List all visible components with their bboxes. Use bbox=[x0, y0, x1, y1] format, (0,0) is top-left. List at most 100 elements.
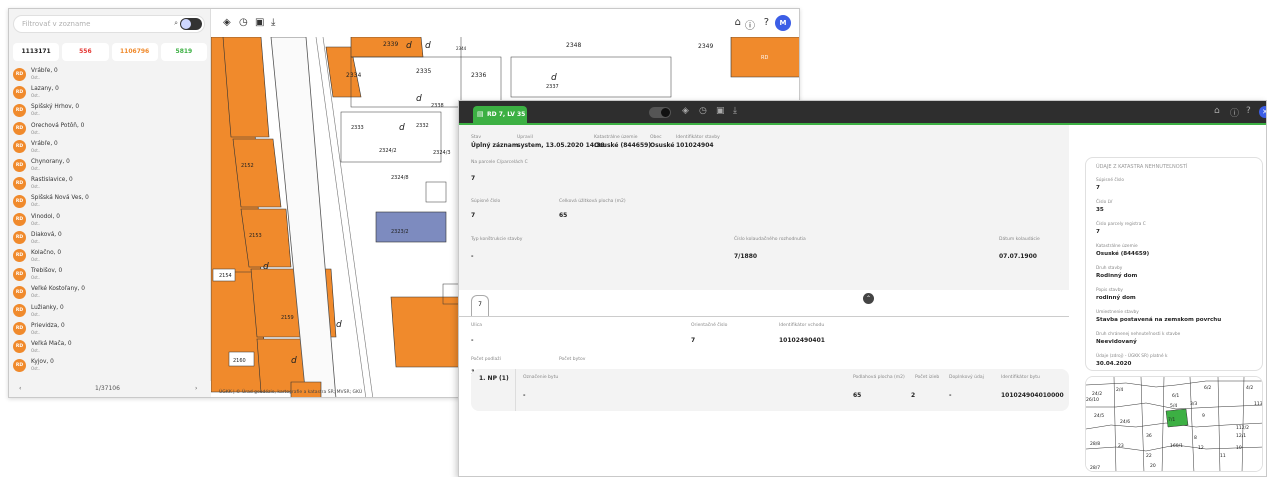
list-item-sub: Ost.. bbox=[31, 220, 41, 226]
detail-tab[interactable]: ▤ RD 7, LV 35 bbox=[473, 106, 527, 123]
svg-text:2160: 2160 bbox=[233, 358, 246, 364]
image-icon[interactable]: ▣ bbox=[255, 17, 264, 28]
supisne-label: Súpisné číslo bbox=[471, 199, 501, 204]
list-item[interactable]: RD Lužianky, 0 Ost.. bbox=[13, 301, 207, 319]
minimap-parcel-label: 22 bbox=[1146, 453, 1152, 459]
next-page-button[interactable]: › bbox=[195, 385, 197, 392]
bytov-label: Počet bytov bbox=[559, 357, 586, 362]
list-item[interactable]: RD Vinodol, 0 Ost.. bbox=[13, 211, 207, 229]
count-red[interactable]: 556 bbox=[62, 43, 109, 61]
kataster-value: 35 bbox=[1096, 207, 1104, 213]
kataster-value: Neevidovaný bbox=[1096, 339, 1137, 345]
rd-badge: RD bbox=[13, 122, 26, 136]
unit-row[interactable]: 1. NP (1) Označenie bytu - Podlahová plo… bbox=[471, 369, 1069, 411]
kataster-label: Popis stavby bbox=[1096, 288, 1123, 293]
parcel-minimap[interactable]: 24/2 2/4 6/1 6/2 24/5 24/6 5/4 7/1 36 9 23 22 20 160/… bbox=[1085, 376, 1263, 472]
help-icon[interactable]: ? bbox=[1246, 106, 1251, 116]
search-icon[interactable]: ⌕ bbox=[174, 19, 178, 28]
list-item[interactable]: RD Orechová Potôň, 0 Ost.. bbox=[13, 120, 207, 138]
image-icon[interactable]: ▣ bbox=[716, 106, 725, 116]
kataster-value: 30.04.2020 bbox=[1096, 361, 1132, 367]
rd-badge: RD bbox=[13, 67, 26, 81]
list-item[interactable]: RD Prievidza, 0 Ost.. bbox=[13, 320, 207, 338]
idb-value: 101024904010000 bbox=[1001, 392, 1064, 399]
list-item[interactable]: RD Rastislavice, 0 Ost.. bbox=[13, 174, 207, 192]
kataster-value: Osuské (844659) bbox=[1096, 251, 1150, 257]
search-input[interactable]: Filtrovať v zozname ⌕ bbox=[13, 15, 205, 33]
count-orange[interactable]: 1106796 bbox=[111, 43, 158, 61]
minimap-parcel-label: 10 bbox=[1236, 445, 1242, 451]
detail-tab-title: RD 7, LV 35 bbox=[487, 111, 526, 118]
layers-icon[interactable]: ◈ bbox=[223, 17, 231, 28]
list-item[interactable]: RD Kyjov, 0 Ost.. bbox=[13, 356, 207, 374]
avatar[interactable]: M bbox=[775, 15, 791, 31]
prev-page-button[interactable]: ‹ bbox=[19, 385, 21, 392]
minimap-parcel-label: 3/3 bbox=[1190, 401, 1197, 407]
list-item[interactable]: RD Vrábľe, 0 Ost.. bbox=[13, 65, 207, 83]
minimap-parcel-label: 112/2 bbox=[1236, 425, 1249, 431]
list-item[interactable]: RD Kolačno, 0 Ost.. bbox=[13, 247, 207, 265]
home-icon[interactable]: ⌂ bbox=[735, 17, 741, 28]
home-icon[interactable]: ⌂ bbox=[1214, 106, 1220, 116]
list-item[interactable]: RD Chynorany, 0 Ost.. bbox=[13, 156, 207, 174]
stav-label: Stav bbox=[471, 135, 482, 140]
count-all[interactable]: 1113171 bbox=[13, 43, 60, 61]
kataster-label: Číslo parcely registra C bbox=[1096, 222, 1146, 227]
list-item-name: Kolačno, 0 bbox=[31, 249, 62, 256]
minimap-parcel-label: 9 bbox=[1202, 413, 1205, 419]
list-item-sub: Ost.. bbox=[31, 202, 41, 208]
list-item-name: Vinodol, 0 bbox=[31, 213, 60, 220]
list-item[interactable]: RD Veľká Mača, 0 Ost.. bbox=[13, 338, 207, 356]
filter-toggle[interactable] bbox=[180, 18, 202, 30]
rd-badge: RD bbox=[13, 194, 26, 208]
list-item-name: Vrábľe, 0 bbox=[31, 140, 58, 147]
minimap-parcel-label: 12 bbox=[1198, 445, 1204, 451]
info-icon[interactable]: ⓘ bbox=[745, 17, 755, 32]
download-icon[interactable]: ⤓ bbox=[733, 106, 737, 116]
typ-label: Typ konštrukcie stavby bbox=[471, 237, 523, 242]
list-item[interactable]: RD Trebišov, 0 Ost.. bbox=[13, 265, 207, 283]
svg-text:2336: 2336 bbox=[471, 72, 486, 79]
kataster-value: 7 bbox=[1096, 185, 1100, 191]
layers-icon[interactable]: ◈ bbox=[682, 106, 689, 116]
list-item[interactable]: RD Diaková, 0 Ost.. bbox=[13, 229, 207, 247]
map-attribution: ÚGKK | © Úrad geodézie, kartografie a ka… bbox=[219, 390, 363, 395]
kataster-label: Katastrálne územie bbox=[1096, 244, 1138, 249]
kataster-value: rodinný dom bbox=[1096, 295, 1136, 301]
list-item[interactable]: RD Veľké Kostoľany, 0 Ost.. bbox=[13, 283, 207, 301]
ku-label: Katastrálne územie bbox=[594, 135, 638, 140]
rd-badge: RD bbox=[13, 249, 26, 263]
list-item-name: Vrábľe, 0 bbox=[31, 68, 58, 75]
view-toggle[interactable] bbox=[649, 107, 671, 118]
count-green[interactable]: 5819 bbox=[160, 43, 207, 61]
minimap-canvas[interactable]: 24/2 2/4 6/1 6/2 24/5 24/6 5/4 7/1 36 9 23 22 20 160/… bbox=[1086, 377, 1263, 472]
list-item[interactable]: RD Vrábľe, 0 Ost.. bbox=[13, 138, 207, 156]
info-icon[interactable]: ⓘ bbox=[1230, 106, 1239, 119]
list-item-name: Lazany, 0 bbox=[31, 86, 59, 93]
minimap-parcel-label: 2/4 bbox=[1116, 387, 1123, 393]
history-icon[interactable]: ◷ bbox=[239, 17, 248, 28]
svg-text:2348: 2348 bbox=[566, 42, 581, 49]
rd-badge: RD bbox=[13, 358, 26, 372]
svg-text:d: d bbox=[291, 356, 297, 366]
upravil-label: Upravil bbox=[517, 135, 533, 140]
svg-text:2159: 2159 bbox=[281, 315, 294, 321]
list-item[interactable]: RD Spišská Nová Ves, 0 Ost.. bbox=[13, 192, 207, 210]
close-icon[interactable]: ✕ bbox=[1259, 106, 1266, 118]
download-icon[interactable]: ⤓ bbox=[271, 17, 275, 28]
kataster-label: Druh chránenej nehnuteľnosti k stavbe bbox=[1096, 332, 1181, 337]
chevron-up-icon[interactable]: ⌃ bbox=[863, 293, 874, 304]
idv-value: 10102490401 bbox=[779, 337, 825, 344]
list-item-name: Spišská Nová Ves, 0 bbox=[31, 195, 89, 202]
detail-content: Stav Úplný záznam Upravil system, 13.05.… bbox=[459, 125, 1079, 476]
list-item[interactable]: RD Spišský Hrhov, 0 Ost.. bbox=[13, 101, 207, 119]
building-icon: ▤ bbox=[477, 110, 484, 118]
parcela-value: 7 bbox=[471, 175, 476, 182]
help-icon[interactable]: ? bbox=[764, 17, 769, 28]
history-icon[interactable]: ◷ bbox=[699, 106, 707, 116]
page-indicator: 1/37106 bbox=[95, 385, 120, 392]
plocha-value: 65 bbox=[559, 212, 568, 219]
entrance-tab[interactable]: 7 bbox=[471, 295, 489, 317]
kataster-value: Stavba postavená na zemskom povrchu bbox=[1096, 317, 1222, 323]
list-item[interactable]: RD Lazany, 0 Ost.. bbox=[13, 83, 207, 101]
